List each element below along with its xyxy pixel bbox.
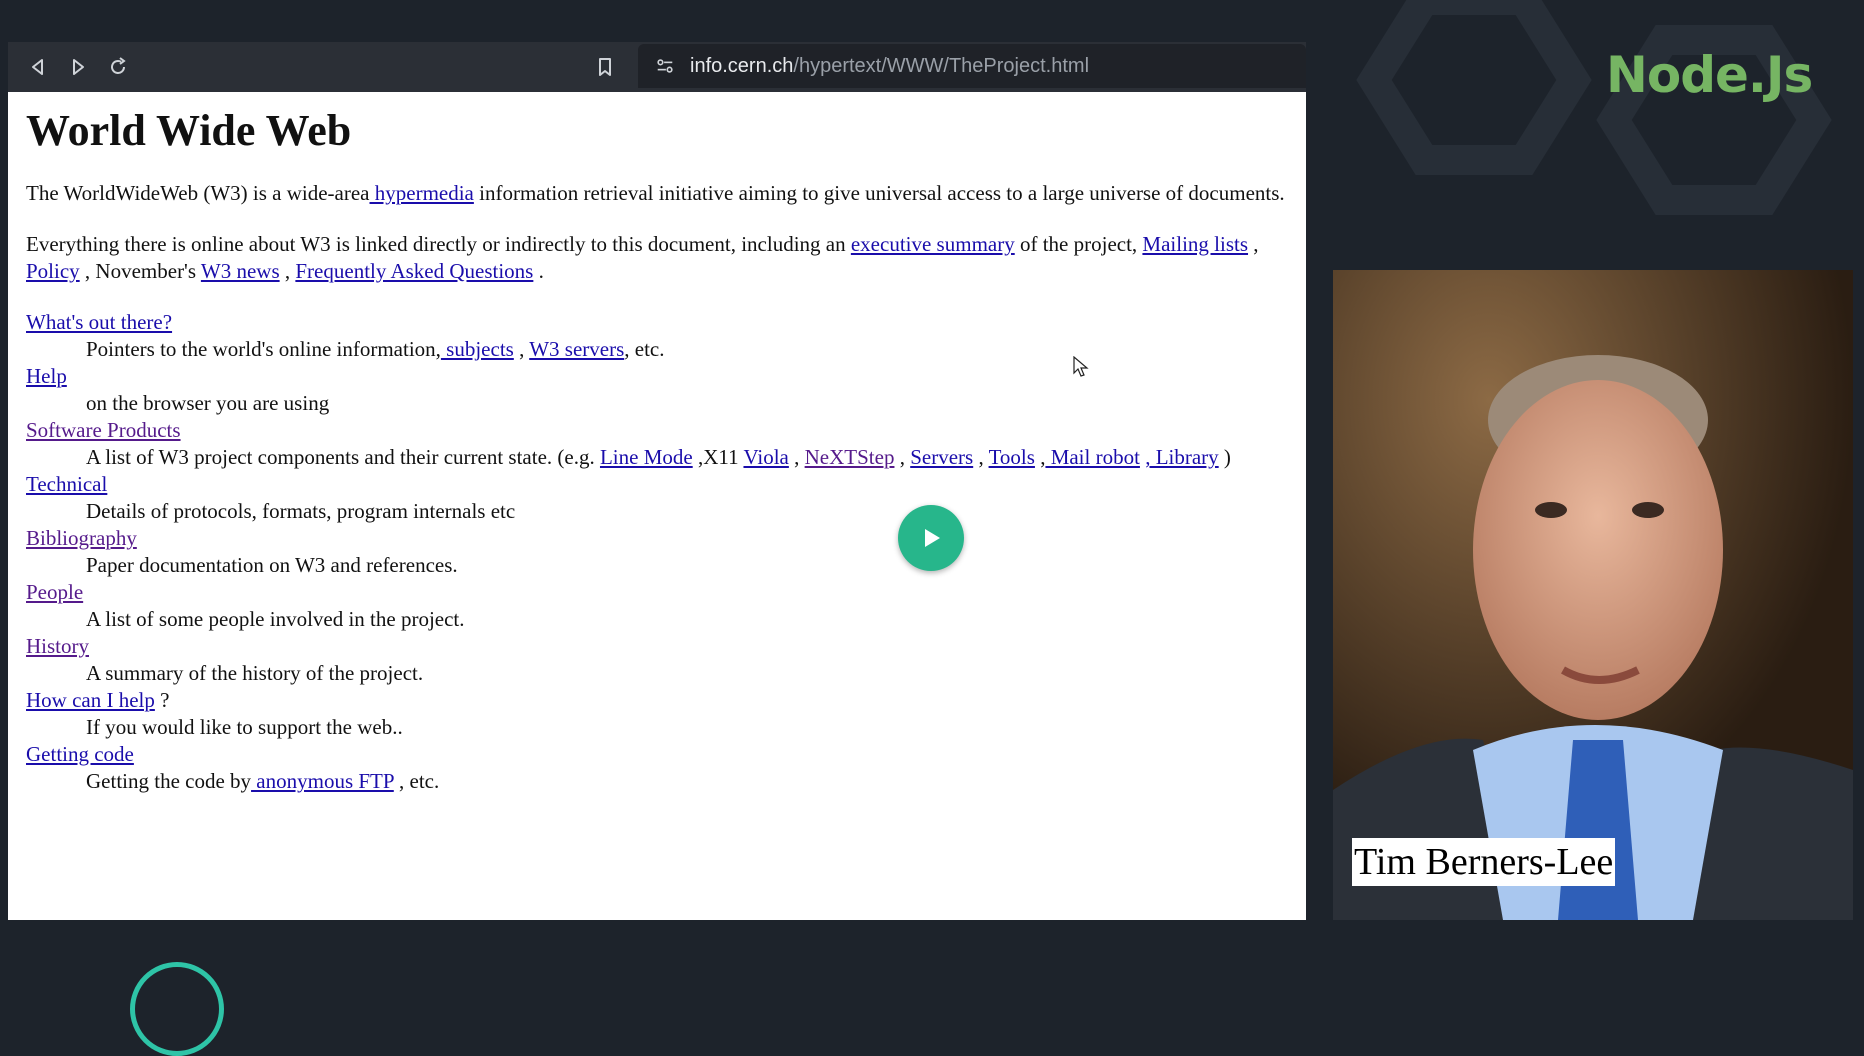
- library-link[interactable]: , Library: [1145, 445, 1218, 469]
- list-term: People: [26, 579, 1296, 606]
- site-settings-icon[interactable]: [654, 55, 676, 77]
- list-description: A summary of the history of the project.: [86, 661, 424, 685]
- servers-link[interactable]: Servers: [910, 445, 973, 469]
- list-term: History: [26, 633, 1296, 660]
- list-description: If you would like to support the web..: [86, 715, 403, 739]
- background-hexagon-pattern: [1356, 0, 1832, 215]
- faq-link[interactable]: Frequently Asked Questions: [295, 259, 533, 283]
- line-mode-link[interactable]: Line Mode: [600, 445, 693, 469]
- intro-paragraph: The WorldWideWeb (W3) is a wide-area hyp…: [26, 180, 1296, 207]
- mail-robot-link[interactable]: Mail robot: [1045, 445, 1140, 469]
- how-can-i-help-link[interactable]: How can I help: [26, 688, 155, 712]
- back-icon[interactable]: [26, 55, 50, 79]
- separator: ,: [894, 445, 911, 469]
- browser-window: info.cern.ch/hypertext/WWW/TheProject.ht…: [8, 42, 1306, 920]
- mailing-lists-link[interactable]: Mailing lists: [1142, 232, 1248, 256]
- history-link[interactable]: History: [26, 634, 89, 658]
- forward-icon[interactable]: [66, 55, 90, 79]
- summary-paragraph: Everything there is online about W3 is l…: [26, 231, 1296, 285]
- play-button[interactable]: [898, 505, 964, 571]
- separator: ,: [1248, 232, 1259, 256]
- bibliography-link[interactable]: Bibliography: [26, 526, 137, 550]
- intro-text-rest: information retrieval initiative aiming …: [473, 181, 1285, 205]
- summary-text: , November's: [79, 259, 201, 283]
- url-host: info.cern.ch: [690, 54, 794, 77]
- list-term: Getting code: [26, 741, 1296, 768]
- speaker-photo: [1333, 270, 1853, 920]
- speaker-portrait: [1333, 270, 1853, 920]
- term-suffix: ?: [154, 688, 170, 712]
- desc-text: , etc.: [624, 337, 665, 361]
- viola-link[interactable]: Viola: [743, 445, 788, 469]
- separator: ,: [513, 337, 530, 361]
- separator: ,: [1034, 445, 1046, 469]
- desc-text: Pointers to the world's online informati…: [86, 337, 441, 361]
- people-link[interactable]: People: [26, 580, 83, 604]
- list-term: Help: [26, 363, 1296, 390]
- intro-text: The WorldWideWeb (W3) is a wide-area: [26, 181, 370, 205]
- policy-link[interactable]: Policy: [26, 259, 80, 283]
- summary-text: of the project,: [1014, 232, 1143, 256]
- summary-text: .: [533, 259, 544, 283]
- list-description: on the browser you are using: [86, 391, 330, 415]
- w3-servers-link[interactable]: W3 servers: [529, 337, 624, 361]
- mouse-cursor-icon: [1073, 356, 1089, 377]
- list-term: Technical: [26, 471, 1296, 498]
- browser-toolbar: info.cern.ch/hypertext/WWW/TheProject.ht…: [8, 42, 1306, 92]
- software-products-link[interactable]: Software Products: [26, 418, 181, 442]
- list-term: How can I help ?: [26, 687, 1296, 714]
- separator: ,X11: [692, 445, 744, 469]
- list-description: Pointers to the world's online informati…: [86, 336, 1296, 363]
- whats-out-there-link[interactable]: What's out there?: [26, 310, 172, 334]
- web-page-content: World Wide Web The WorldWideWeb (W3) is …: [8, 106, 1306, 795]
- desc-text: ): [1218, 445, 1231, 469]
- list-description: Details of protocols, formats, program i…: [86, 499, 516, 523]
- url-path: /hypertext/WWW/TheProject.html: [793, 54, 1090, 77]
- avatar-ring: [130, 962, 224, 1056]
- nextstep-link[interactable]: NeXTStep: [805, 445, 895, 469]
- list-term: Software Products: [26, 417, 1296, 444]
- getting-code-link[interactable]: Getting code: [26, 742, 134, 766]
- tools-link[interactable]: Tools: [989, 445, 1035, 469]
- list-description: A list of some people involved in the pr…: [86, 607, 465, 631]
- list-term: What's out there?: [26, 309, 1296, 336]
- nodejs-logo: Node.Js: [1606, 46, 1813, 104]
- speaker-name-caption: Tim Berners-Lee: [1352, 838, 1616, 886]
- url-text: info.cern.ch/hypertext/WWW/TheProject.ht…: [690, 55, 1089, 78]
- bookmark-icon[interactable]: [593, 55, 617, 79]
- executive-summary-link[interactable]: executive summary: [851, 232, 1015, 256]
- list-description: A list of W3 project components and thei…: [86, 444, 1296, 471]
- address-bar[interactable]: info.cern.ch/hypertext/WWW/TheProject.ht…: [638, 44, 1306, 88]
- anonymous-ftp-link[interactable]: anonymous FTP: [251, 769, 393, 793]
- desc-text: A list of W3 project components and thei…: [86, 445, 600, 469]
- reload-icon[interactable]: [106, 55, 130, 79]
- subjects-link[interactable]: subjects: [441, 337, 514, 361]
- w3-news-link[interactable]: W3 news: [201, 259, 280, 283]
- desc-text: Getting the code by: [86, 769, 252, 793]
- topic-list: What's out there? Pointers to the world'…: [26, 309, 1296, 795]
- list-description: Paper documentation on W3 and references…: [86, 553, 458, 577]
- page-title: World Wide Web: [26, 106, 352, 155]
- summary-text: Everything there is online about W3 is l…: [26, 232, 851, 256]
- list-description: Getting the code by anonymous FTP , etc.: [86, 768, 1296, 795]
- technical-link[interactable]: Technical: [26, 472, 107, 496]
- desc-text: , etc.: [393, 769, 440, 793]
- separator: ,: [973, 445, 989, 469]
- help-link[interactable]: Help: [26, 364, 67, 388]
- play-icon: [925, 529, 940, 547]
- hypermedia-link[interactable]: hypermedia: [370, 181, 474, 205]
- separator: ,: [279, 259, 296, 283]
- separator: ,: [788, 445, 805, 469]
- list-term: Bibliography: [26, 525, 1296, 552]
